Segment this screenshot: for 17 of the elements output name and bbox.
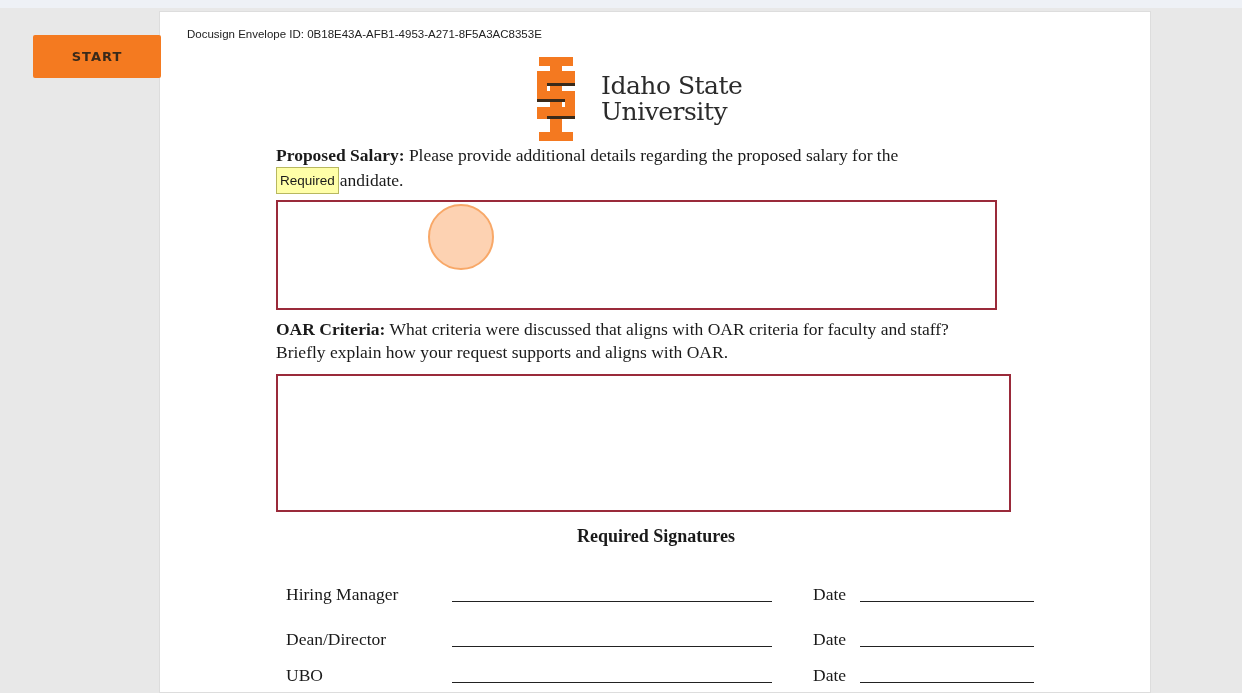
envelope-id: Docusign Envelope ID: 0B18E43A-AFB1-4953-A271-8F5A3AC8353E	[187, 28, 543, 40]
input-field[interactable]	[276, 200, 997, 310]
university-name: Idaho State	[601, 73, 743, 99]
signer-label: Hiring Manager	[286, 584, 400, 605]
input-field[interactable]	[276, 374, 1011, 512]
prompt-text: andidate.	[339, 169, 404, 192]
required-tooltip: Required	[276, 167, 339, 194]
date-label: Date	[813, 629, 848, 650]
university-name: University	[601, 99, 729, 125]
signer-label: UBO	[286, 665, 324, 686]
prompt-text: Proposed Salary: Please provide additional details regarding the proposed salary for the	[276, 144, 900, 167]
prompt-text: OAR Criteria: What criteria were discussed that aligns with OAR criteria for faculty and staff? Briefly explain how your request supports and aligns with OAR.	[276, 318, 950, 364]
section-heading: Required Signatures	[576, 526, 736, 547]
date-label: Date	[813, 665, 848, 686]
date-label: Date	[813, 584, 848, 605]
signer-label: Dean/Director	[286, 629, 388, 650]
start-button[interactable]: START	[33, 35, 161, 78]
